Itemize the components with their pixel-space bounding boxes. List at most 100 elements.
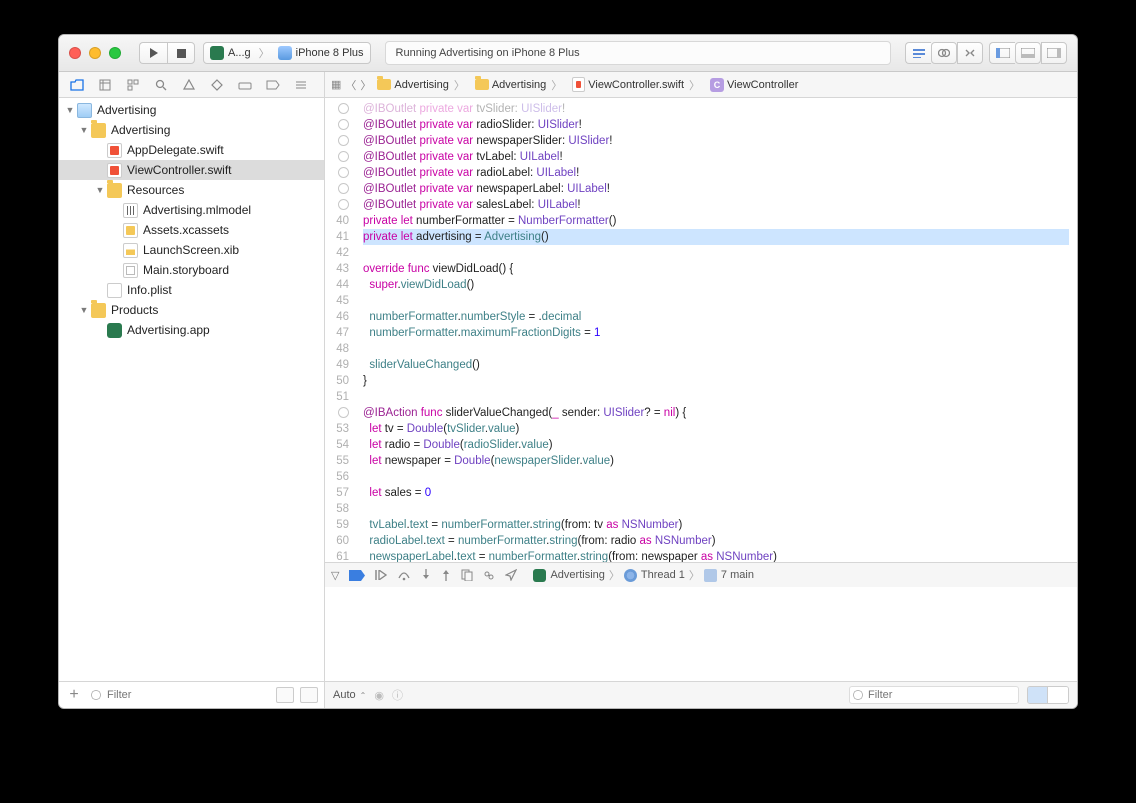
stop-button[interactable] [167,42,195,64]
step-over-icon[interactable] [397,570,411,581]
debug-bar: ▽ Advertising〉 Thread 1〉 7 main [325,562,1077,587]
navbar: ▦ 〈 〉 Advertising〉 Advertising〉 ViewCont… [59,72,1077,98]
test-navigator-tab[interactable] [203,74,231,96]
crumb-2[interactable]: ViewController.swift [588,79,684,91]
activity-status: Running Advertising on iPhone 8 Plus [385,41,891,65]
console-panes-toggle[interactable] [1027,686,1069,704]
crumb-0[interactable]: Advertising [394,79,448,91]
tree-file[interactable]: Main.storyboard [59,260,324,280]
class-icon: C [710,78,724,92]
tree-group[interactable]: ▼Products [59,300,324,320]
quicklook-icon[interactable]: ◉ [374,689,384,702]
project-navigator: ▼Advertising ▼Advertising AppDelegate.sw… [59,98,325,708]
navigator-tabs [59,72,325,97]
status-text: Running Advertising on iPhone 8 Plus [396,47,580,59]
swift-file-icon [572,77,585,92]
console-filter-input[interactable] [849,686,1019,704]
version-editor-button[interactable] [957,42,983,64]
tree-file[interactable]: Advertising.mlmodel [59,200,324,220]
assets-icon [123,223,138,238]
tree-group[interactable]: ▼Resources [59,180,324,200]
plist-file-icon [107,283,122,298]
swift-file-icon [107,163,122,178]
hide-debug-icon[interactable]: ▽ [331,569,339,582]
tree-file[interactable]: Advertising.app [59,320,324,340]
navigator-footer: + [59,681,324,708]
toggle-navigator-button[interactable] [989,42,1015,64]
find-navigator-tab[interactable] [147,74,175,96]
debug-console[interactable] [325,587,1077,681]
recent-filter-button[interactable] [276,687,294,703]
toggle-inspector-button[interactable] [1041,42,1067,64]
symbol-navigator-tab[interactable] [119,74,147,96]
xcode-window: A...g 〉 iPhone 8 Plus Running Advertisin… [58,34,1078,709]
step-in-icon[interactable] [421,569,431,581]
navigator-filter-input[interactable] [89,686,270,704]
toggle-debug-button[interactable] [1015,42,1041,64]
main-body: ▼Advertising ▼Advertising AppDelegate.sw… [59,98,1077,708]
scheme-device-label: iPhone 8 Plus [296,47,364,59]
scheme-selector[interactable]: A...g 〉 iPhone 8 Plus [203,42,371,64]
debug-view-icon[interactable] [461,569,473,581]
forward-button[interactable]: 〉 [360,77,371,93]
storyboard-file-icon [123,263,138,278]
code-content[interactable]: @IBOutlet private var tvSlider: UISlider… [355,98,1077,562]
source-editor[interactable]: 4041424344454647484950515354555657585960… [325,98,1077,562]
scheme-separator-icon: 〉 [259,45,270,61]
jump-bar[interactable]: ▦ 〈 〉 Advertising〉 Advertising〉 ViewCont… [325,72,1077,97]
mlmodel-file-icon [123,203,138,218]
project-icon [77,103,92,118]
close-window-button[interactable] [69,47,81,59]
tree-file[interactable]: Assets.xcassets [59,220,324,240]
app-icon [210,46,224,60]
breakpoints-toggle-icon[interactable] [349,570,365,581]
thread-icon [624,569,637,582]
simulate-location-icon[interactable] [505,569,517,581]
related-items-icon[interactable]: ▦ [331,78,341,91]
line-gutter[interactable]: 4041424344454647484950515354555657585960… [325,98,355,562]
tree-group[interactable]: ▼Advertising [59,120,324,140]
report-navigator-tab[interactable] [287,74,315,96]
issue-navigator-tab[interactable] [175,74,203,96]
folder-icon [91,123,106,138]
tree-file[interactable]: AppDelegate.swift [59,140,324,160]
step-out-icon[interactable] [441,569,451,581]
frame-icon [704,569,717,582]
add-button[interactable]: + [65,686,83,704]
folder-icon [107,183,122,198]
tree-file[interactable]: LaunchScreen.xib [59,240,324,260]
swift-file-icon [107,143,122,158]
debug-navigator-tab[interactable] [231,74,259,96]
variables-scope-selector[interactable]: Auto⌃ [333,689,366,701]
window-controls [69,47,121,59]
source-control-navigator-tab[interactable] [91,74,119,96]
app-icon [533,569,546,582]
print-description-icon[interactable]: ⓘ [392,687,403,703]
file-tree[interactable]: ▼Advertising ▼Advertising AppDelegate.sw… [59,98,324,681]
debug-process-crumb[interactable]: Advertising〉 Thread 1〉 7 main [533,567,753,583]
zoom-window-button[interactable] [109,47,121,59]
back-button[interactable]: 〈 [345,77,356,93]
crumb-1[interactable]: Advertising [492,79,546,91]
standard-editor-button[interactable] [905,42,931,64]
run-button[interactable] [139,42,167,64]
crumb-3[interactable]: ViewController [727,79,798,91]
run-stop-group [139,42,195,64]
tree-file[interactable]: Info.plist [59,280,324,300]
tree-file-selected[interactable]: ViewController.swift [59,160,324,180]
assistant-editor-button[interactable] [931,42,957,64]
xib-file-icon [123,243,138,258]
folder-icon [91,303,106,318]
debug-footer: Auto⌃ ◉ ⓘ [325,681,1077,708]
project-navigator-tab[interactable] [63,74,91,96]
folder-icon [475,79,489,90]
tree-project[interactable]: ▼Advertising [59,100,324,120]
device-icon [278,46,292,60]
breakpoint-navigator-tab[interactable] [259,74,287,96]
folder-icon [377,79,391,90]
scm-filter-button[interactable] [300,687,318,703]
minimize-window-button[interactable] [89,47,101,59]
app-product-icon [107,323,122,338]
debug-memory-icon[interactable] [483,569,495,581]
continue-icon[interactable] [375,570,387,580]
